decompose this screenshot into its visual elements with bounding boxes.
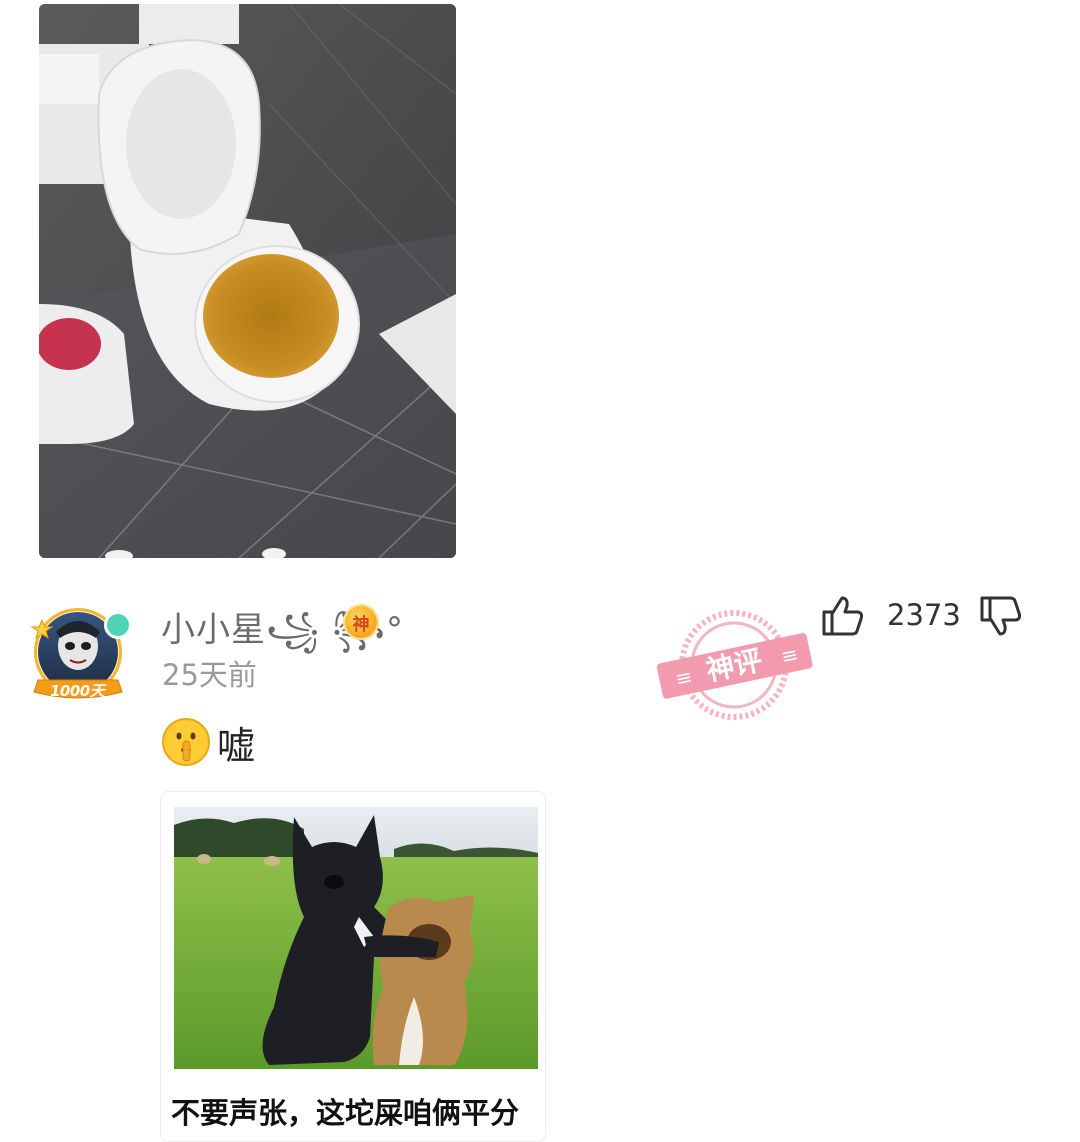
god-comment-stamp: 神评 ≡ ≡ [652,604,817,726]
god-comment-badge: 神 [343,604,379,640]
thumbs-up-icon[interactable] [818,592,866,640]
meme-card[interactable]: 不要声张，这坨屎咱俩平分 [160,791,546,1142]
comment-body: 嘘 [217,723,256,768]
timestamp: 25天前 [162,658,257,692]
like-count: 2373 [887,598,961,632]
dogs-photo [174,807,538,1069]
stamp-text: 神评 [703,644,765,688]
meme-caption: 不要声张，这坨屎咱俩平分 [171,1096,520,1130]
thumbs-down-icon[interactable] [976,592,1024,640]
toilet-photo [39,4,456,558]
comment-item: 1000天 小小星꧁ ꧂° 神 25天前 2373 神评 ≡ ≡ 嘘 不要声张，… [0,580,1080,1142]
comment-text: 嘘 [161,716,255,768]
avatar-badge-label: 1000天 [50,682,105,700]
avatar[interactable]: 1000天 [30,602,132,708]
online-status-dot [104,611,132,639]
post-image[interactable] [39,4,456,558]
shushing-face-icon [162,718,210,766]
meme-image [174,807,538,1069]
